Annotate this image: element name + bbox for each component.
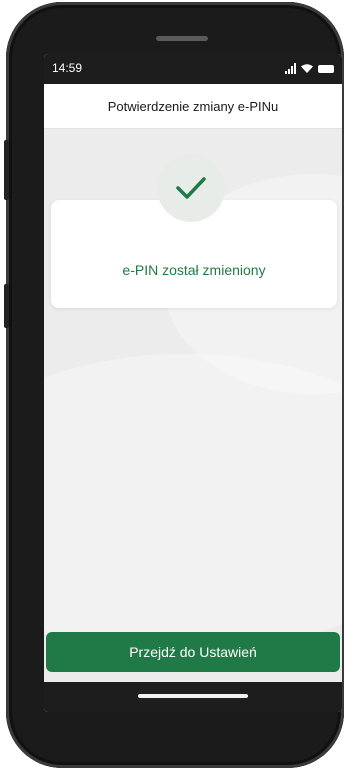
side-button-left-2 — [4, 284, 9, 328]
screen: 14:59 Potwierdzenie zmiany e-PINu e-PIN … — [44, 54, 342, 712]
battery-icon — [318, 65, 334, 73]
background-decoration — [44, 354, 342, 654]
checkmark-icon — [176, 177, 206, 199]
earpiece-speaker — [156, 36, 208, 41]
success-badge — [157, 154, 225, 222]
home-indicator[interactable] — [138, 694, 248, 698]
page-header: Potwierdzenie zmiany e-PINu — [44, 84, 342, 129]
status-bar: 14:59 — [44, 54, 342, 84]
page-title: Potwierdzenie zmiany e-PINu — [107, 98, 279, 114]
status-icons — [285, 62, 334, 74]
side-button-left-1 — [4, 140, 9, 200]
signal-icon — [285, 63, 296, 74]
wifi-icon — [301, 64, 313, 73]
status-time: 14:59 — [52, 61, 83, 75]
navigation-bar — [44, 682, 342, 712]
confirmation-message: e-PIN został zmieniony — [122, 262, 266, 278]
go-to-settings-button[interactable]: Przejdź do Ustawień — [46, 632, 340, 672]
phone-frame: 14:59 Potwierdzenie zmiany e-PINu e-PIN … — [4, 2, 344, 768]
go-to-settings-label: Przejdź do Ustawień — [129, 644, 257, 660]
